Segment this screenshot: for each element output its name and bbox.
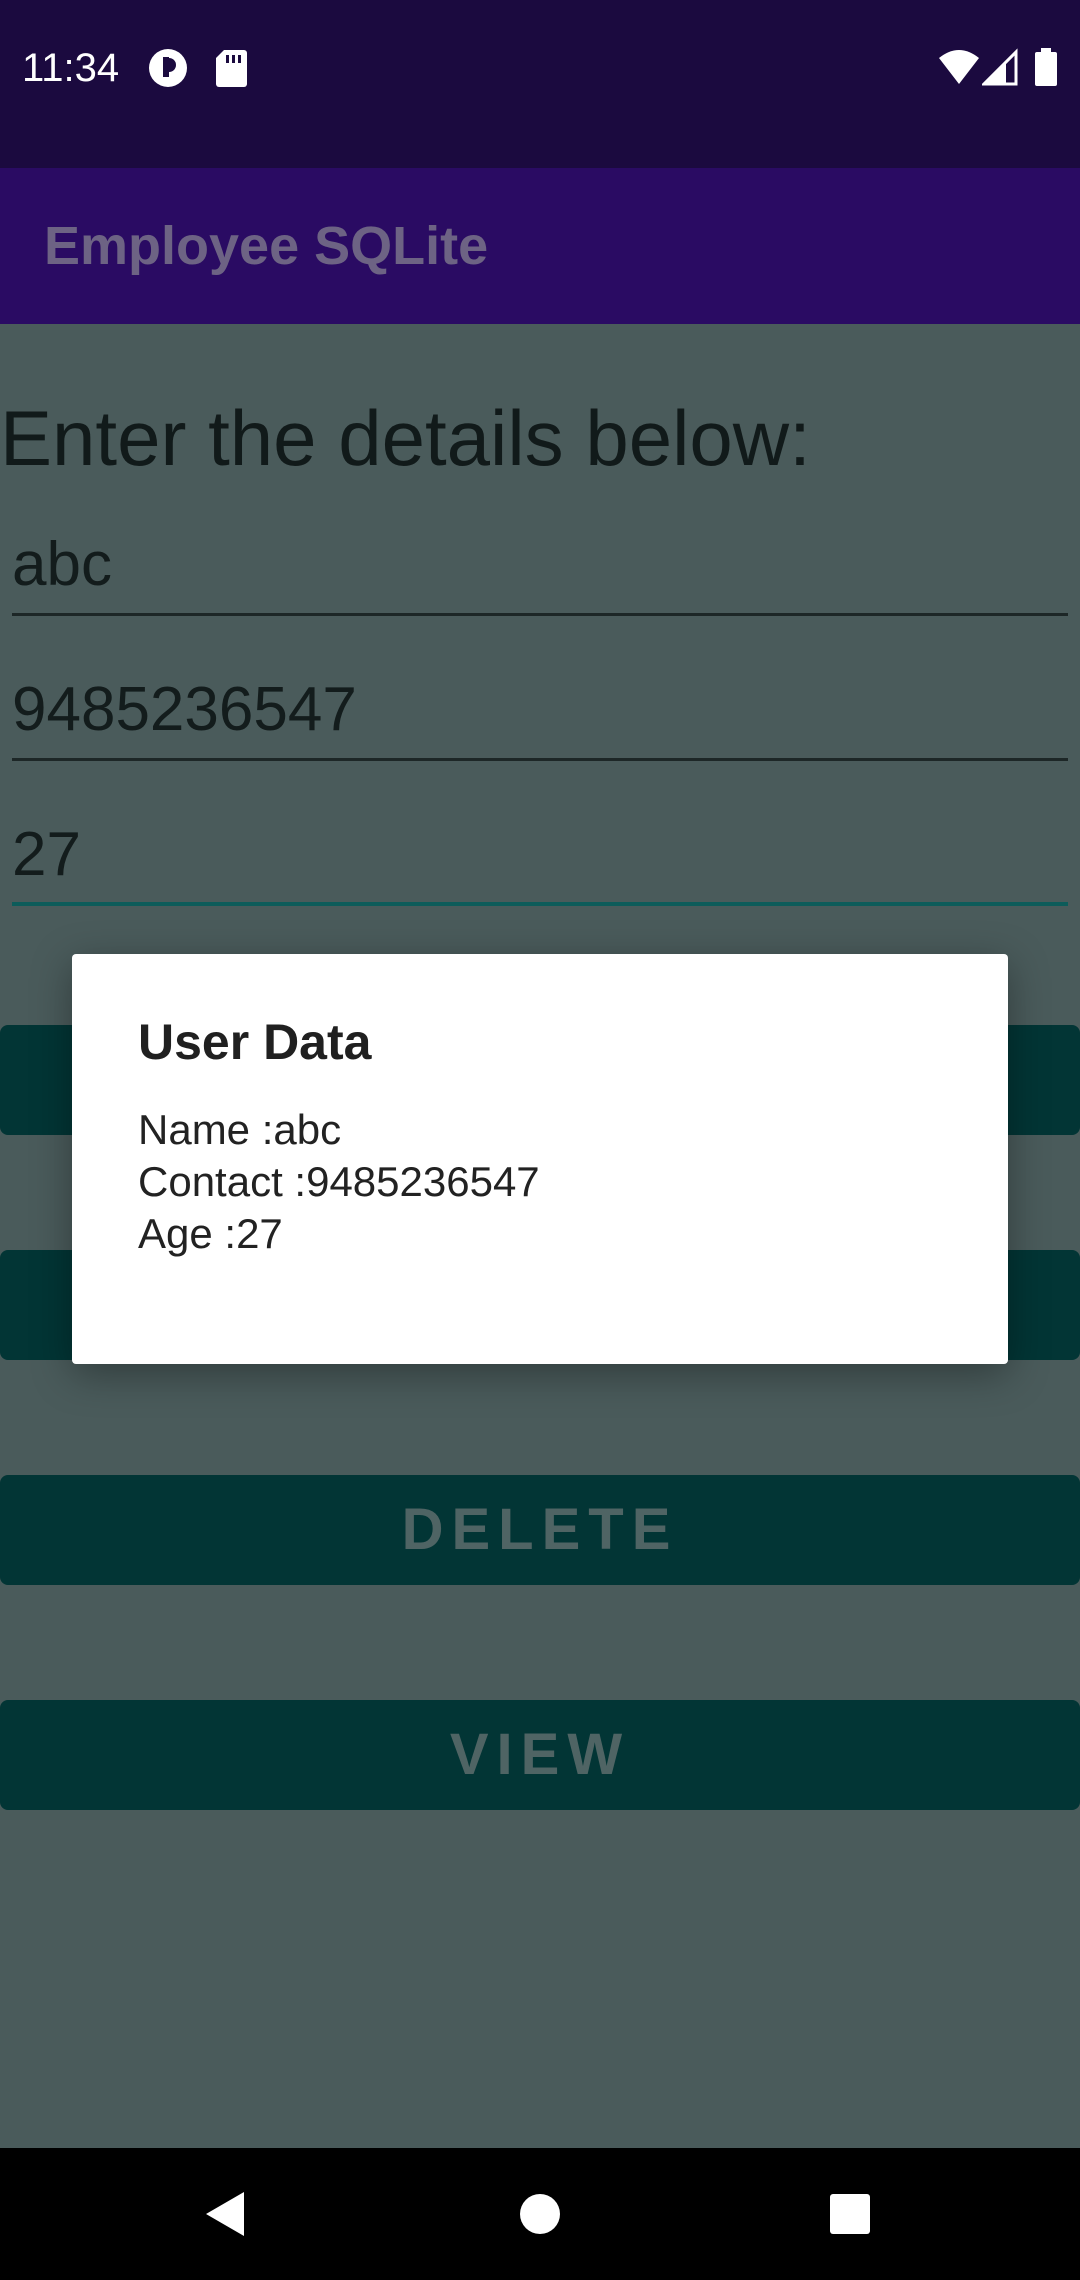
contact-field-underline xyxy=(12,758,1068,761)
battery-icon xyxy=(1034,48,1058,88)
dialog-contact-line: Contact :9485236547 xyxy=(138,1158,540,1205)
app-notification-icon xyxy=(148,48,188,88)
screen: 11:34 Employee SQLite Enter the details … xyxy=(0,0,1080,2280)
view-button[interactable]: VIEW xyxy=(0,1700,1080,1810)
dialog-age-line: Age :27 xyxy=(138,1210,283,1257)
sd-card-icon xyxy=(214,48,254,88)
home-icon[interactable] xyxy=(510,2184,570,2244)
dialog-message: Name :abc Contact :9485236547 Age :27 xyxy=(138,1104,540,1260)
status-time: 11:34 xyxy=(22,46,120,90)
navigation-bar xyxy=(0,2148,1080,2280)
dialog-title: User Data xyxy=(138,1014,372,1070)
app-title: Employee SQLite xyxy=(44,216,489,276)
age-field-underline xyxy=(12,902,1068,906)
status-bar: 11:34 xyxy=(0,0,1080,168)
recents-icon[interactable] xyxy=(820,2184,880,2244)
cellular-signal-icon xyxy=(982,48,1018,88)
form-heading: Enter the details below: xyxy=(0,394,811,482)
age-field[interactable] xyxy=(12,806,1068,906)
app-bar: Employee SQLite xyxy=(0,168,1080,324)
back-icon[interactable] xyxy=(196,2184,256,2244)
name-field-underline xyxy=(12,613,1068,616)
delete-button[interactable]: DELETE xyxy=(0,1475,1080,1585)
dialog-name-line: Name :abc xyxy=(138,1106,342,1153)
wifi-icon xyxy=(938,48,980,88)
name-input[interactable] xyxy=(12,516,1068,612)
user-data-dialog: User Data Name :abc Contact :9485236547 … xyxy=(72,954,1008,1364)
name-field[interactable] xyxy=(12,516,1068,616)
age-input[interactable] xyxy=(12,806,1068,902)
contact-input[interactable] xyxy=(12,661,1068,757)
contact-field[interactable] xyxy=(12,661,1068,761)
